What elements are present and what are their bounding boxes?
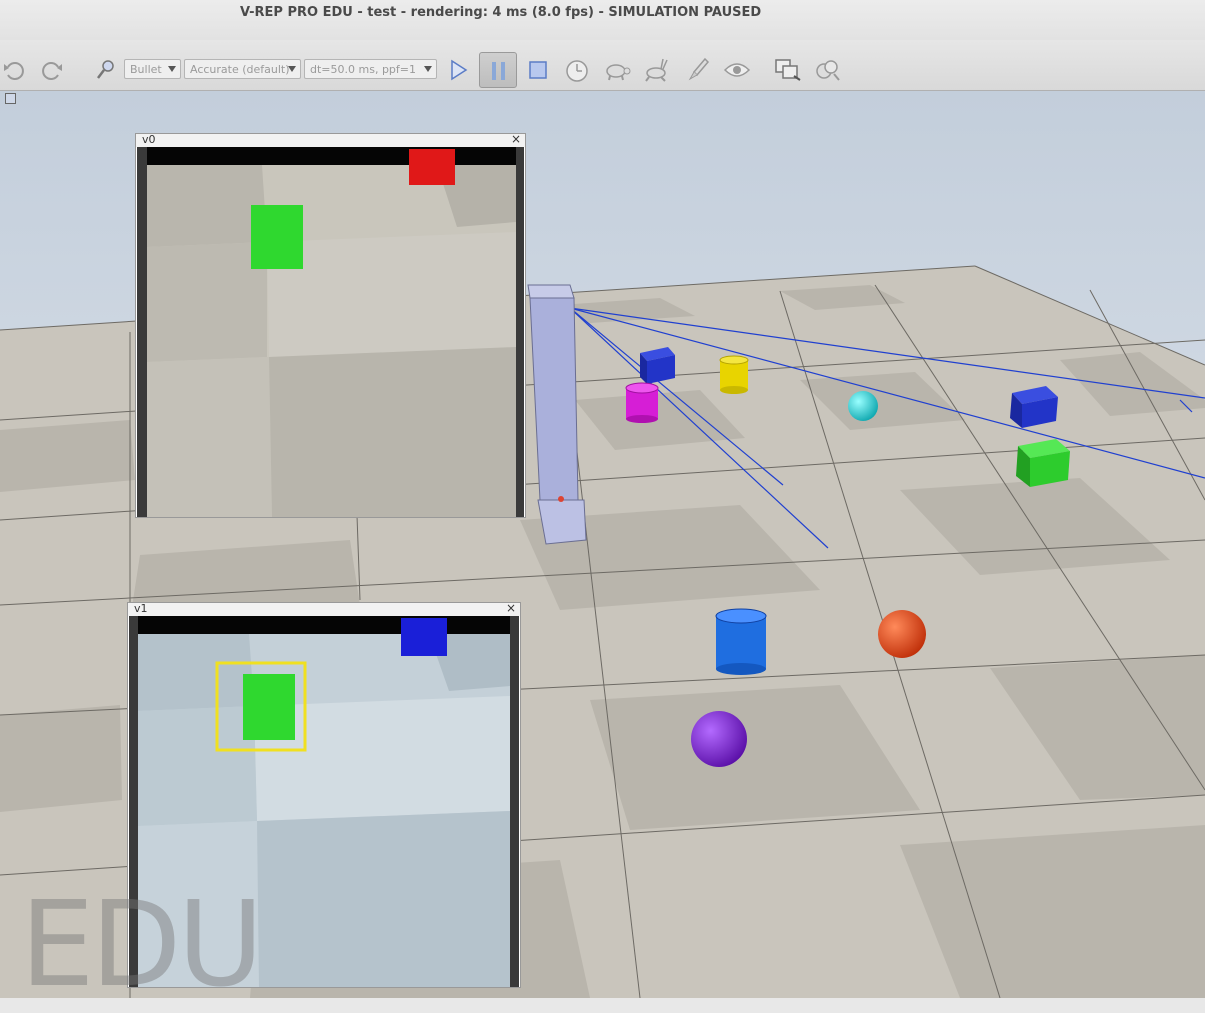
- window-title: V-REP PRO EDU - test - rendering: 4 ms (…: [240, 5, 762, 20]
- undo-icon[interactable]: [0, 56, 28, 84]
- floating-view-v0[interactable]: v0 ×: [135, 133, 526, 518]
- floating-view-title-bar: v1 ×: [128, 602, 520, 616]
- blue-cube-small: [640, 347, 675, 384]
- pause-icon: [492, 62, 496, 80]
- floating-view-title: v1: [134, 602, 148, 615]
- orange-sphere: [878, 610, 926, 658]
- close-icon[interactable]: ×: [511, 133, 521, 145]
- blue-cube-right: [1010, 386, 1058, 428]
- chevron-down-icon: [288, 66, 296, 72]
- stop-icon[interactable]: [524, 56, 552, 84]
- turtle-icon[interactable]: [603, 56, 631, 84]
- chevron-down-icon: [424, 66, 432, 72]
- edu-watermark: EDU: [20, 875, 264, 1013]
- timestep-select[interactable]: dt=50.0 ms, ppf=1: [304, 59, 437, 79]
- view-menu-button[interactable]: [5, 93, 16, 104]
- green-blob: [251, 205, 303, 269]
- redo-icon[interactable]: [38, 56, 66, 84]
- scene-selector-icon[interactable]: [814, 56, 842, 84]
- play-icon[interactable]: [444, 56, 472, 84]
- floating-view-title-bar: v0 ×: [136, 133, 525, 147]
- page-selector-icon[interactable]: [774, 56, 802, 84]
- blue-blob: [401, 618, 447, 656]
- red-blob: [409, 149, 455, 185]
- accuracy-select[interactable]: Accurate (default): [184, 59, 301, 79]
- toolbar: Bullet Accurate (default) dt=50.0 ms, pp…: [0, 40, 1205, 91]
- rabbit-icon[interactable]: [643, 56, 671, 84]
- chevron-down-icon: [168, 66, 176, 72]
- timestep-value: dt=50.0 ms, ppf=1: [310, 63, 416, 76]
- pause-button[interactable]: [479, 52, 517, 88]
- title-bar: V-REP PRO EDU - test - rendering: 4 ms (…: [0, 0, 1205, 40]
- green-blob: [243, 674, 295, 740]
- green-cube-right: [1016, 439, 1070, 487]
- rocket-icon[interactable]: [686, 56, 714, 84]
- floating-view-title: v0: [142, 133, 156, 146]
- pause-icon-bar: [501, 62, 505, 80]
- accuracy-value: Accurate (default): [190, 63, 290, 76]
- cyan-sphere: [848, 391, 878, 421]
- physics-engine-value: Bullet: [130, 63, 162, 76]
- vision-sensor-image-v0: [137, 147, 524, 517]
- magnifier-icon[interactable]: [92, 56, 120, 84]
- physics-engine-select[interactable]: Bullet: [124, 59, 181, 79]
- yellow-cylinder: [719, 355, 749, 394]
- magenta-cylinder: [625, 382, 659, 423]
- realtime-clock-icon[interactable]: [563, 56, 591, 84]
- blue-cylinder: [715, 608, 767, 675]
- close-icon[interactable]: ×: [506, 602, 516, 614]
- eye-icon[interactable]: [723, 56, 751, 84]
- purple-sphere: [691, 711, 747, 767]
